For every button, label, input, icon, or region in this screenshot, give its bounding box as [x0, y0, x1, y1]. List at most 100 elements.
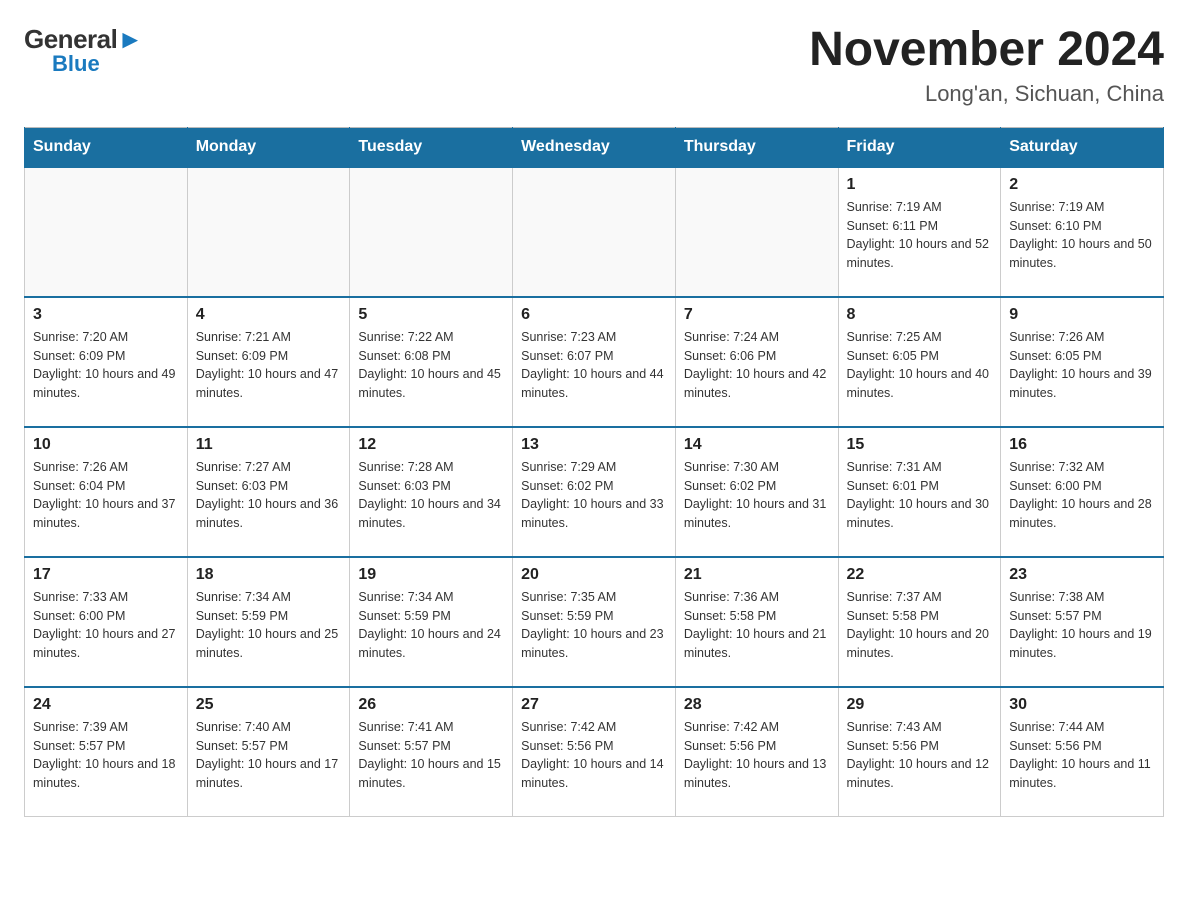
calendar-cell — [25, 167, 188, 297]
calendar-week-5: 24 Sunrise: 7:39 AMSunset: 5:57 PMDayligh… — [25, 687, 1164, 817]
day-info: Sunrise: 7:43 AMSunset: 5:56 PMDaylight:… — [847, 718, 993, 793]
day-number: 14 — [684, 436, 830, 454]
day-number: 5 — [358, 306, 504, 324]
calendar-cell: 30 Sunrise: 7:44 AMSunset: 5:56 PMDayligh… — [1001, 687, 1164, 817]
day-info: Sunrise: 7:28 AMSunset: 6:03 PMDaylight:… — [358, 458, 504, 533]
month-year-title: November 2024 — [809, 24, 1164, 77]
day-number: 22 — [847, 566, 993, 584]
calendar-cell: 15Sunrise: 7:31 AMSunset: 6:01 PMDayligh… — [838, 427, 1001, 557]
calendar-cell: 23Sunrise: 7:38 AMSunset: 5:57 PMDayligh… — [1001, 557, 1164, 687]
calendar-cell: 11 Sunrise: 7:27 AMSunset: 6:03 PMDayligh… — [187, 427, 350, 557]
day-number: 10 — [33, 436, 179, 454]
day-info: Sunrise: 7:26 AMSunset: 6:04 PMDaylight:… — [33, 458, 179, 533]
calendar-cell: 6Sunrise: 7:23 AMSunset: 6:07 PMDaylight… — [513, 297, 676, 427]
day-number: 8 — [847, 306, 993, 324]
calendar-cell: 8 Sunrise: 7:25 AMSunset: 6:05 PMDaylight… — [838, 297, 1001, 427]
calendar-cell: 7 Sunrise: 7:24 AMSunset: 6:06 PMDaylight… — [675, 297, 838, 427]
logo-blue-text: Blue — [52, 51, 100, 77]
day-number: 13 — [521, 436, 667, 454]
day-number: 4 — [196, 306, 342, 324]
day-number: 2 — [1009, 176, 1155, 194]
calendar-cell: 3Sunrise: 7:20 AMSunset: 6:09 PMDaylight… — [25, 297, 188, 427]
calendar-cell: 19 Sunrise: 7:34 AMSunset: 5:59 PMDayligh… — [350, 557, 513, 687]
day-info: Sunrise: 7:35 AMSunset: 5:59 PMDaylight:… — [521, 588, 667, 663]
day-header-saturday: Saturday — [1001, 127, 1164, 167]
day-header-monday: Monday — [187, 127, 350, 167]
day-info: Sunrise: 7:32 AMSunset: 6:00 PMDaylight:… — [1009, 458, 1155, 533]
day-info: Sunrise: 7:44 AMSunset: 5:56 PMDaylight:… — [1009, 718, 1155, 793]
day-number: 20 — [521, 566, 667, 584]
day-number: 7 — [684, 306, 830, 324]
calendar-cell: 9Sunrise: 7:26 AMSunset: 6:05 PMDaylight… — [1001, 297, 1164, 427]
day-number: 12 — [358, 436, 504, 454]
day-info: Sunrise: 7:36 AMSunset: 5:58 PMDaylight:… — [684, 588, 830, 663]
day-header-tuesday: Tuesday — [350, 127, 513, 167]
day-info: Sunrise: 7:19 AMSunset: 6:10 PMDaylight:… — [1009, 198, 1155, 273]
calendar-cell — [187, 167, 350, 297]
day-number: 29 — [847, 696, 993, 714]
calendar-cell: 13 Sunrise: 7:29 AMSunset: 6:02 PMDayligh… — [513, 427, 676, 557]
day-info: Sunrise: 7:40 AMSunset: 5:57 PMDaylight:… — [196, 718, 342, 793]
day-number: 24 — [33, 696, 179, 714]
calendar-header: SundayMondayTuesdayWednesdayThursdayFrid… — [25, 127, 1164, 167]
calendar-cell: 29 Sunrise: 7:43 AMSunset: 5:56 PMDayligh… — [838, 687, 1001, 817]
day-info: Sunrise: 7:34 AMSunset: 5:59 PMDaylight:… — [358, 588, 504, 663]
calendar-cell: 20 Sunrise: 7:35 AMSunset: 5:59 PMDayligh… — [513, 557, 676, 687]
day-number: 26 — [358, 696, 504, 714]
day-number: 27 — [521, 696, 667, 714]
day-number: 16 — [1009, 436, 1155, 454]
calendar-week-3: 10 Sunrise: 7:26 AMSunset: 6:04 PMDayligh… — [25, 427, 1164, 557]
calendar-cell: 5 Sunrise: 7:22 AMSunset: 6:08 PMDaylight… — [350, 297, 513, 427]
day-header-wednesday: Wednesday — [513, 127, 676, 167]
day-number: 15 — [847, 436, 993, 454]
day-info: Sunrise: 7:19 AMSunset: 6:11 PMDaylight:… — [847, 198, 993, 273]
day-number: 18 — [196, 566, 342, 584]
day-info: Sunrise: 7:21 AMSunset: 6:09 PMDaylight:… — [196, 328, 342, 403]
logo: General► Blue — [24, 24, 143, 77]
day-number: 23 — [1009, 566, 1155, 584]
day-header-friday: Friday — [838, 127, 1001, 167]
day-number: 3 — [33, 306, 179, 324]
calendar-cell: 2 Sunrise: 7:19 AMSunset: 6:10 PMDaylight… — [1001, 167, 1164, 297]
calendar-cell: 4 Sunrise: 7:21 AMSunset: 6:09 PMDaylight… — [187, 297, 350, 427]
title-block: November 2024 Long'an, Sichuan, China — [809, 24, 1164, 107]
day-number: 30 — [1009, 696, 1155, 714]
calendar-cell: 28Sunrise: 7:42 AMSunset: 5:56 PMDayligh… — [675, 687, 838, 817]
calendar-cell: 26 Sunrise: 7:41 AMSunset: 5:57 PMDayligh… — [350, 687, 513, 817]
day-number: 1 — [847, 176, 993, 194]
day-info: Sunrise: 7:30 AMSunset: 6:02 PMDaylight:… — [684, 458, 830, 533]
calendar-cell: 17Sunrise: 7:33 AMSunset: 6:00 PMDayligh… — [25, 557, 188, 687]
day-number: 28 — [684, 696, 830, 714]
calendar-week-2: 3Sunrise: 7:20 AMSunset: 6:09 PMDaylight… — [25, 297, 1164, 427]
day-info: Sunrise: 7:22 AMSunset: 6:08 PMDaylight:… — [358, 328, 504, 403]
calendar-cell — [350, 167, 513, 297]
page-header: General► Blue November 2024 Long'an, Sic… — [24, 24, 1164, 107]
day-info: Sunrise: 7:27 AMSunset: 6:03 PMDaylight:… — [196, 458, 342, 533]
calendar-cell: 14 Sunrise: 7:30 AMSunset: 6:02 PMDayligh… — [675, 427, 838, 557]
day-number: 19 — [358, 566, 504, 584]
day-number: 17 — [33, 566, 179, 584]
calendar-week-4: 17Sunrise: 7:33 AMSunset: 6:00 PMDayligh… — [25, 557, 1164, 687]
day-info: Sunrise: 7:41 AMSunset: 5:57 PMDaylight:… — [358, 718, 504, 793]
location-subtitle: Long'an, Sichuan, China — [809, 81, 1164, 107]
day-info: Sunrise: 7:37 AMSunset: 5:58 PMDaylight:… — [847, 588, 993, 663]
calendar-cell: 10 Sunrise: 7:26 AMSunset: 6:04 PMDayligh… — [25, 427, 188, 557]
days-of-week-row: SundayMondayTuesdayWednesdayThursdayFrid… — [25, 127, 1164, 167]
day-number: 21 — [684, 566, 830, 584]
day-info: Sunrise: 7:25 AMSunset: 6:05 PMDaylight:… — [847, 328, 993, 403]
day-info: Sunrise: 7:24 AMSunset: 6:06 PMDaylight:… — [684, 328, 830, 403]
calendar-cell: 12 Sunrise: 7:28 AMSunset: 6:03 PMDayligh… — [350, 427, 513, 557]
day-info: Sunrise: 7:39 AMSunset: 5:57 PMDaylight:… — [33, 718, 179, 793]
calendar-cell — [675, 167, 838, 297]
calendar-cell: 27 Sunrise: 7:42 AMSunset: 5:56 PMDayligh… — [513, 687, 676, 817]
day-info: Sunrise: 7:26 AMSunset: 6:05 PMDaylight:… — [1009, 328, 1155, 403]
day-info: Sunrise: 7:42 AMSunset: 5:56 PMDaylight:… — [521, 718, 667, 793]
calendar-cell: 21 Sunrise: 7:36 AMSunset: 5:58 PMDayligh… — [675, 557, 838, 687]
day-number: 6 — [521, 306, 667, 324]
day-header-thursday: Thursday — [675, 127, 838, 167]
calendar-cell: 18Sunrise: 7:34 AMSunset: 5:59 PMDayligh… — [187, 557, 350, 687]
day-number: 11 — [196, 436, 342, 454]
calendar-cell: 24 Sunrise: 7:39 AMSunset: 5:57 PMDayligh… — [25, 687, 188, 817]
calendar-week-1: 1 Sunrise: 7:19 AMSunset: 6:11 PMDaylight… — [25, 167, 1164, 297]
day-info: Sunrise: 7:29 AMSunset: 6:02 PMDaylight:… — [521, 458, 667, 533]
